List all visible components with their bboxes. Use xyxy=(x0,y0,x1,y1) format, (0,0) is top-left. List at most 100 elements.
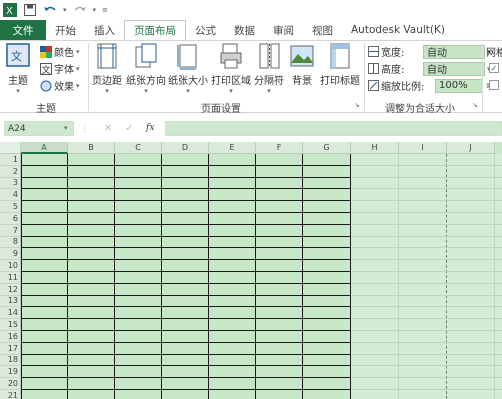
chevron-down-icon: ▾ xyxy=(16,87,20,95)
row-header-20[interactable]: 20 xyxy=(0,378,21,390)
column-header-j[interactable]: J xyxy=(447,142,495,154)
column-header-a[interactable]: A xyxy=(21,142,68,154)
save-icon[interactable] xyxy=(23,3,37,17)
row-header-14[interactable]: 14 xyxy=(0,307,21,320)
row-header-8[interactable]: 8 xyxy=(0,236,21,249)
dialog-launcher-icon[interactable]: ↘ xyxy=(354,101,360,109)
tab-review[interactable]: 审阅 xyxy=(264,20,303,40)
height-value: 自动 xyxy=(427,65,447,76)
colors-button[interactable]: 颜色 ▾ xyxy=(40,44,80,59)
height-icon xyxy=(368,63,379,74)
margins-button[interactable]: 页边距 ▾ xyxy=(92,43,122,95)
tab-file[interactable]: 文件 xyxy=(0,20,46,40)
column-header-c[interactable]: C xyxy=(115,142,162,154)
print-titles-icon xyxy=(330,43,350,69)
orientation-button[interactable]: 纸张方向 ▾ xyxy=(126,43,166,95)
group-divider xyxy=(364,43,365,111)
scale-label: 缩放比例: xyxy=(381,82,425,93)
gridlines-print-checkbox[interactable] xyxy=(489,80,499,90)
tab-view[interactable]: 视图 xyxy=(303,20,342,40)
fonts-button[interactable]: 文 字体 ▾ xyxy=(40,61,80,76)
cell-border-vertical xyxy=(67,154,68,399)
row-header-9[interactable]: 9 xyxy=(0,248,21,261)
cell-border-horizontal xyxy=(21,212,351,213)
breaks-label: 分隔符 xyxy=(254,76,284,87)
row-header-13[interactable]: 13 xyxy=(0,295,21,308)
customize-icon[interactable]: ≡ xyxy=(102,6,108,14)
width-icon xyxy=(368,46,379,57)
row-header-21[interactable]: 21 xyxy=(0,390,21,399)
row-header-18[interactable]: 18 xyxy=(0,354,21,367)
column-header-f[interactable]: F xyxy=(256,142,303,154)
chevron-down-icon: ▾ xyxy=(76,64,80,73)
fonts-icon: 文 xyxy=(40,62,52,75)
tab-home[interactable]: 开始 xyxy=(46,20,85,40)
redo-dropdown-icon[interactable]: ▾ xyxy=(93,6,97,14)
redo-icon[interactable] xyxy=(73,3,87,17)
tab-formulas[interactable]: 公式 xyxy=(186,20,225,40)
cell-border-horizontal xyxy=(21,318,351,319)
cancel-icon[interactable]: ✕ xyxy=(104,123,112,134)
row-header-15[interactable]: 15 xyxy=(0,319,21,331)
row-header-1[interactable]: 1 xyxy=(0,154,21,166)
column-header-e[interactable]: E xyxy=(209,142,256,154)
cell-area[interactable] xyxy=(21,154,502,399)
gridline-horizontal xyxy=(351,177,502,178)
row-header-17[interactable]: 17 xyxy=(0,342,21,355)
gridlines-view-checkbox[interactable]: ✓ xyxy=(489,63,499,73)
chevron-down-icon[interactable]: ▾ xyxy=(64,124,68,132)
row-header-6[interactable]: 6 xyxy=(0,213,21,225)
height-select[interactable]: 自动 xyxy=(423,61,485,76)
cell-border-horizontal xyxy=(21,236,351,237)
print-titles-button[interactable]: 打印标题 xyxy=(320,43,360,87)
column-header-d[interactable]: D xyxy=(162,142,209,154)
row-header-11[interactable]: 11 xyxy=(0,272,21,284)
gridline-vertical xyxy=(494,154,495,399)
effects-button[interactable]: 效果 ▾ xyxy=(40,78,80,93)
print-area-button[interactable]: 打印区域 ▾ xyxy=(211,43,251,95)
size-button[interactable]: 纸张大小 ▾ xyxy=(168,43,208,95)
width-select[interactable]: 自动 xyxy=(423,44,485,59)
cell-border-vertical xyxy=(350,154,351,399)
select-all-button[interactable] xyxy=(0,142,21,154)
background-button[interactable]: 背景 xyxy=(290,43,314,87)
row-header-10[interactable]: 10 xyxy=(0,260,21,272)
undo-dropdown-icon[interactable]: ▾ xyxy=(63,6,67,14)
cell-border-horizontal xyxy=(21,283,351,284)
row-header-16[interactable]: 16 xyxy=(0,331,21,343)
breaks-button[interactable]: 分隔符 ▾ xyxy=(254,43,284,95)
breaks-icon xyxy=(259,43,280,69)
tab-insert[interactable]: 插入 xyxy=(85,20,124,40)
size-label: 纸张大小 xyxy=(168,76,208,87)
row-header-7[interactable]: 7 xyxy=(0,224,21,237)
themes-button[interactable]: 文 主题 ▾ xyxy=(6,43,30,95)
scale-input[interactable]: 100% xyxy=(435,78,483,93)
cell-border-horizontal xyxy=(21,165,351,166)
column-header-i[interactable]: I xyxy=(399,142,447,154)
tab-page-layout[interactable]: 页面布局 xyxy=(124,20,186,40)
enter-icon[interactable]: ✓ xyxy=(125,123,133,134)
row-header-3[interactable]: 3 xyxy=(0,177,21,190)
tab-autodesk-vault[interactable]: Autodesk Vault(K) xyxy=(342,20,454,40)
worksheet-grid[interactable]: ABCDEFGHIJ 1 2 3 4 5 6 7 8 9 10 11 12 13 14 15 16 17 18 19… xyxy=(0,142,502,399)
tab-data[interactable]: 数据 xyxy=(225,20,264,40)
formula-input[interactable] xyxy=(165,121,502,136)
gridline-horizontal xyxy=(351,247,502,248)
row-header-4[interactable]: 4 xyxy=(0,189,21,202)
gridline-horizontal xyxy=(351,318,502,319)
chevron-down-icon: ▾ xyxy=(105,87,109,95)
gridline-horizontal xyxy=(351,165,502,166)
column-header-h[interactable]: H xyxy=(351,142,399,154)
row-header-5[interactable]: 5 xyxy=(0,201,21,213)
undo-icon[interactable] xyxy=(43,3,57,17)
row-header-2[interactable]: 2 xyxy=(0,165,21,178)
gridline-horizontal xyxy=(351,342,502,343)
gridline-horizontal xyxy=(351,365,502,366)
insert-function-icon[interactable]: fx xyxy=(146,123,154,133)
column-header-g[interactable]: G xyxy=(303,142,351,154)
row-header-19[interactable]: 19 xyxy=(0,366,21,379)
dialog-launcher-icon[interactable]: ↘ xyxy=(472,101,478,109)
height-control: 高度: 自动 ▾ xyxy=(368,61,491,76)
row-header-12[interactable]: 12 xyxy=(0,283,21,296)
column-header-b[interactable]: B xyxy=(68,142,115,154)
